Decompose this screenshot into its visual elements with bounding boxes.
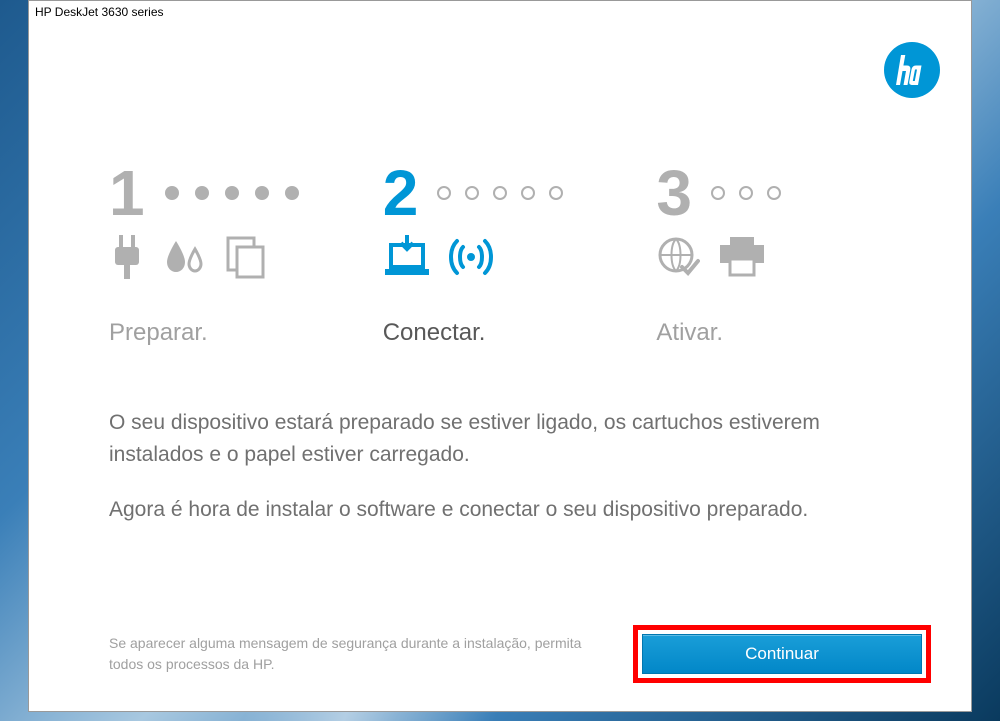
progress-dot-icon — [739, 186, 753, 200]
paper-copy-icon — [225, 235, 267, 279]
step-1-label: Preparar. — [109, 319, 344, 347]
step-3-label: Ativar. — [656, 319, 891, 347]
instruction-paragraph-1: O seu dispositivo estará preparado se es… — [109, 407, 891, 470]
globe-check-icon — [656, 235, 700, 279]
progress-dot-icon — [437, 186, 451, 200]
security-note: Se aparecer alguma mensagem de segurança… — [89, 633, 589, 675]
printer-icon — [718, 237, 766, 277]
progress-dot-icon — [285, 186, 299, 200]
progress-dot-icon — [195, 186, 209, 200]
progress-dot-icon — [255, 186, 269, 200]
continue-button[interactable]: Continuar — [642, 634, 922, 674]
progress-dot-icon — [521, 186, 535, 200]
progress-dot-icon — [711, 186, 725, 200]
wireless-antenna-icon — [449, 235, 493, 279]
step-1-number: 1 — [109, 156, 145, 230]
hp-logo-icon — [883, 41, 941, 99]
window-titlebar: HP DeskJet 3630 series — [29, 1, 971, 23]
progress-dot-icon — [549, 186, 563, 200]
step-3: 3 — [656, 163, 891, 347]
instruction-paragraph-2: Agora é hora de instalar o software e co… — [109, 494, 891, 526]
installer-window: HP DeskJet 3630 series 1 — [28, 0, 972, 712]
step-1: 1 — [109, 163, 344, 347]
ink-drops-icon — [163, 235, 207, 279]
power-plug-icon — [109, 235, 145, 279]
step-2: 2 — [383, 163, 618, 347]
window-title: HP DeskJet 3630 series — [35, 5, 164, 19]
step-2-label: Conectar. — [383, 319, 618, 347]
progress-dot-icon — [165, 186, 179, 200]
laptop-download-icon — [383, 235, 431, 279]
progress-dot-icon — [225, 186, 239, 200]
step-3-number: 3 — [656, 156, 692, 230]
step-2-number: 2 — [383, 156, 419, 230]
progress-dot-icon — [767, 186, 781, 200]
progress-dot-icon — [493, 186, 507, 200]
progress-dot-icon — [465, 186, 479, 200]
instruction-text: O seu dispositivo estará preparado se es… — [89, 407, 911, 526]
highlight-box: Continuar — [633, 625, 931, 683]
progress-steps: 1 — [89, 163, 911, 347]
